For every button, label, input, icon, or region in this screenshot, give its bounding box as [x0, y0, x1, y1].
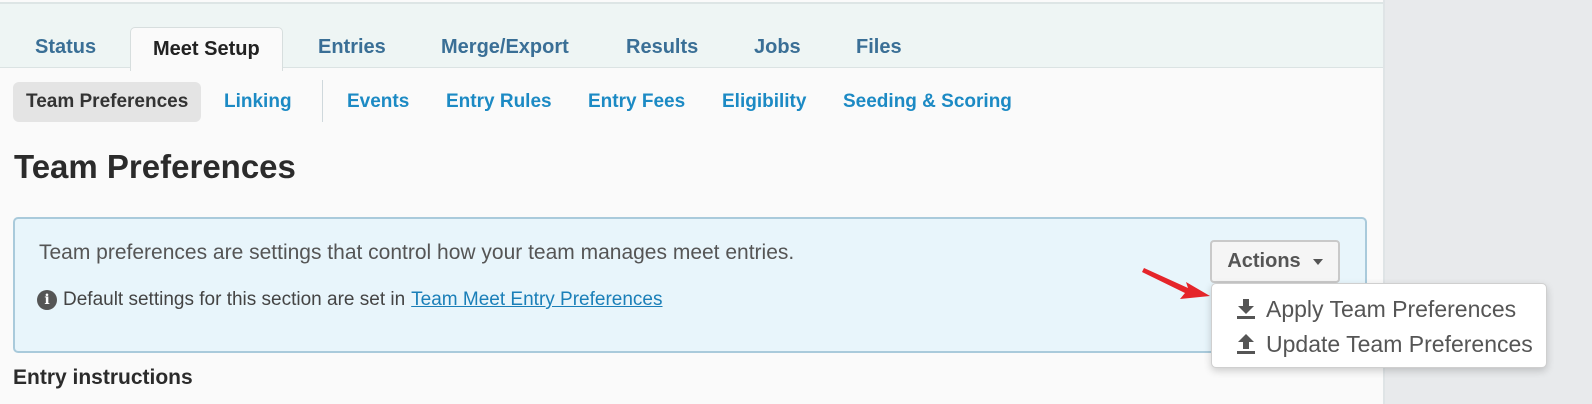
update-team-preferences-label: Update Team Preferences [1266, 331, 1533, 357]
tab-results[interactable]: Results [626, 26, 698, 68]
caret-down-icon [1312, 258, 1323, 265]
default-settings-note: i Default settings for this section are … [37, 289, 663, 311]
tab-jobs[interactable]: Jobs [754, 26, 801, 68]
entry-instructions-heading: Entry instructions [13, 366, 193, 389]
main-panel: Status Meet Setup Entries Merge/Export R… [0, 0, 1385, 404]
subnav-entry-rules[interactable]: Entry Rules [446, 82, 552, 122]
tab-merge-export[interactable]: Merge/Export [441, 26, 569, 68]
subnav-linking[interactable]: Linking [224, 82, 292, 122]
apply-team-preferences-item[interactable]: Apply Team Preferences [1236, 293, 1516, 325]
tab-entries[interactable]: Entries [318, 26, 386, 68]
info-text: Team preferences are settings that contr… [39, 241, 795, 264]
apply-team-preferences-label: Apply Team Preferences [1266, 296, 1517, 322]
upload-icon [1237, 334, 1255, 354]
tab-meet-setup[interactable]: Meet Setup [130, 27, 283, 71]
download-icon [1237, 299, 1255, 319]
actions-dropdown-menu: Apply Team Preferences Update Team Prefe… [1211, 283, 1547, 368]
top-tab-bar: Status Meet Setup Entries Merge/Export R… [0, 2, 1383, 71]
subnav-seeding-scoring[interactable]: Seeding & Scoring [843, 82, 1012, 122]
tab-status[interactable]: Status [35, 26, 96, 68]
info-icon: i [37, 290, 57, 310]
actions-label: Actions [1227, 250, 1301, 272]
red-arrow-icon [1142, 268, 1210, 299]
subnav-divider [322, 80, 323, 122]
subnav-team-preferences[interactable]: Team Preferences [13, 82, 202, 122]
team-meet-entry-preferences-link[interactable]: Team Meet Entry Preferences [411, 289, 662, 311]
subnav-entry-fees[interactable]: Entry Fees [588, 82, 685, 122]
subnav-events[interactable]: Events [347, 82, 409, 122]
actions-button[interactable]: Actions [1210, 240, 1340, 283]
page-title: Team Preferences [14, 148, 296, 185]
subnav-eligibility[interactable]: Eligibility [722, 82, 806, 122]
tab-files[interactable]: Files [856, 26, 902, 68]
default-settings-text: Default settings for this section are se… [63, 289, 406, 310]
update-team-preferences-item[interactable]: Update Team Preferences [1236, 328, 1533, 360]
